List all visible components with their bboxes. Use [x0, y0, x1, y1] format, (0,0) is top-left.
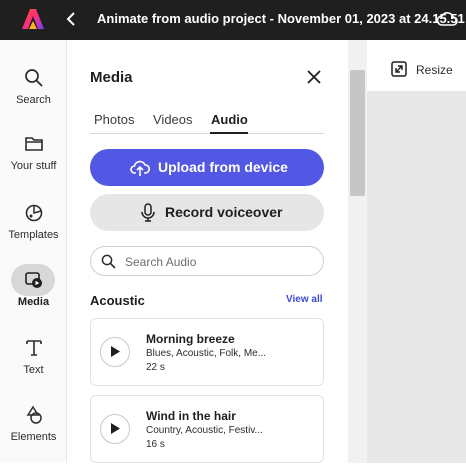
- play-button[interactable]: [100, 337, 130, 367]
- media-tabs: Photos Videos Audio: [90, 110, 324, 134]
- tab-photos[interactable]: Photos: [94, 112, 134, 127]
- upload-cloud-icon: [130, 160, 150, 176]
- tab-videos[interactable]: Videos: [153, 112, 193, 127]
- search-audio-field[interactable]: [90, 246, 324, 276]
- upload-from-device-button[interactable]: Upload from device: [90, 149, 324, 186]
- track-duration: 16 s: [146, 439, 165, 450]
- media-panel: Media Photos Videos Audio Upload from de…: [68, 40, 348, 463]
- left-rail: Search Your stuff Templates Media Text E…: [0, 40, 67, 463]
- audio-track-card[interactable]: Wind in the hair Country, Acoustic, Fest…: [90, 395, 324, 463]
- panel-scrollbar[interactable]: [348, 40, 367, 463]
- record-label: Record voiceover: [165, 204, 283, 220]
- rail-item-label: Your stuff: [10, 160, 57, 172]
- record-voiceover-button[interactable]: Record voiceover: [90, 194, 324, 231]
- close-icon[interactable]: [306, 69, 322, 85]
- play-icon: [111, 346, 120, 357]
- play-icon: [111, 423, 120, 434]
- elements-icon: [26, 405, 42, 424]
- chevron-left-icon: [66, 12, 75, 26]
- section-title-acoustic: Acoustic: [90, 293, 145, 308]
- microphone-icon: [141, 203, 155, 222]
- upload-label: Upload from device: [158, 159, 288, 175]
- track-title: Wind in the hair: [146, 409, 236, 423]
- search-audio-input[interactable]: [125, 252, 315, 272]
- text-icon: [25, 340, 42, 356]
- view-all-link[interactable]: View all: [286, 294, 323, 305]
- panel-title: Media: [90, 69, 133, 86]
- folder-icon: [24, 137, 43, 151]
- rail-item-label: Text: [23, 364, 44, 376]
- adobe-express-logo-icon[interactable]: [22, 8, 44, 30]
- media-icon: [24, 272, 42, 288]
- rail-item-search[interactable]: Search: [0, 68, 67, 128]
- search-icon: [101, 254, 116, 269]
- rail-item-templates[interactable]: Templates: [0, 203, 67, 263]
- canvas-area: Resize: [367, 40, 466, 463]
- templates-icon: [25, 204, 42, 222]
- rail-item-elements[interactable]: Elements: [0, 405, 67, 465]
- track-duration: 22 s: [146, 362, 165, 373]
- project-title[interactable]: Animate from audio project - November 01…: [97, 11, 465, 26]
- resize-icon: [391, 61, 407, 77]
- track-tags: Blues, Acoustic, Folk, Me...: [146, 348, 267, 359]
- rail-item-text[interactable]: Text: [0, 338, 67, 398]
- track-tags: Country, Acoustic, Festiv...: [146, 425, 263, 436]
- play-button[interactable]: [100, 414, 130, 444]
- track-title: Morning breeze: [146, 332, 235, 346]
- rail-item-label: Elements: [10, 431, 57, 443]
- search-icon: [24, 69, 43, 87]
- top-bar: Animate from audio project - November 01…: [0, 0, 466, 40]
- resize-label: Resize: [416, 63, 453, 77]
- scrollbar-thumb[interactable]: [350, 70, 365, 196]
- canvas-toolbar: Resize: [367, 40, 466, 92]
- audio-track-card[interactable]: Morning breeze Blues, Acoustic, Folk, Me…: [90, 318, 324, 386]
- rail-item-label: Media: [17, 296, 50, 308]
- rail-item-label: Search: [16, 94, 51, 106]
- active-tab-underline: [210, 132, 248, 134]
- back-button[interactable]: [66, 9, 84, 29]
- cloud-icon[interactable]: [436, 9, 458, 29]
- rail-item-media[interactable]: Media: [0, 264, 67, 330]
- rail-item-your-stuff[interactable]: Your stuff: [0, 134, 67, 194]
- rail-item-label: Templates: [8, 229, 59, 241]
- tab-audio[interactable]: Audio: [211, 112, 248, 127]
